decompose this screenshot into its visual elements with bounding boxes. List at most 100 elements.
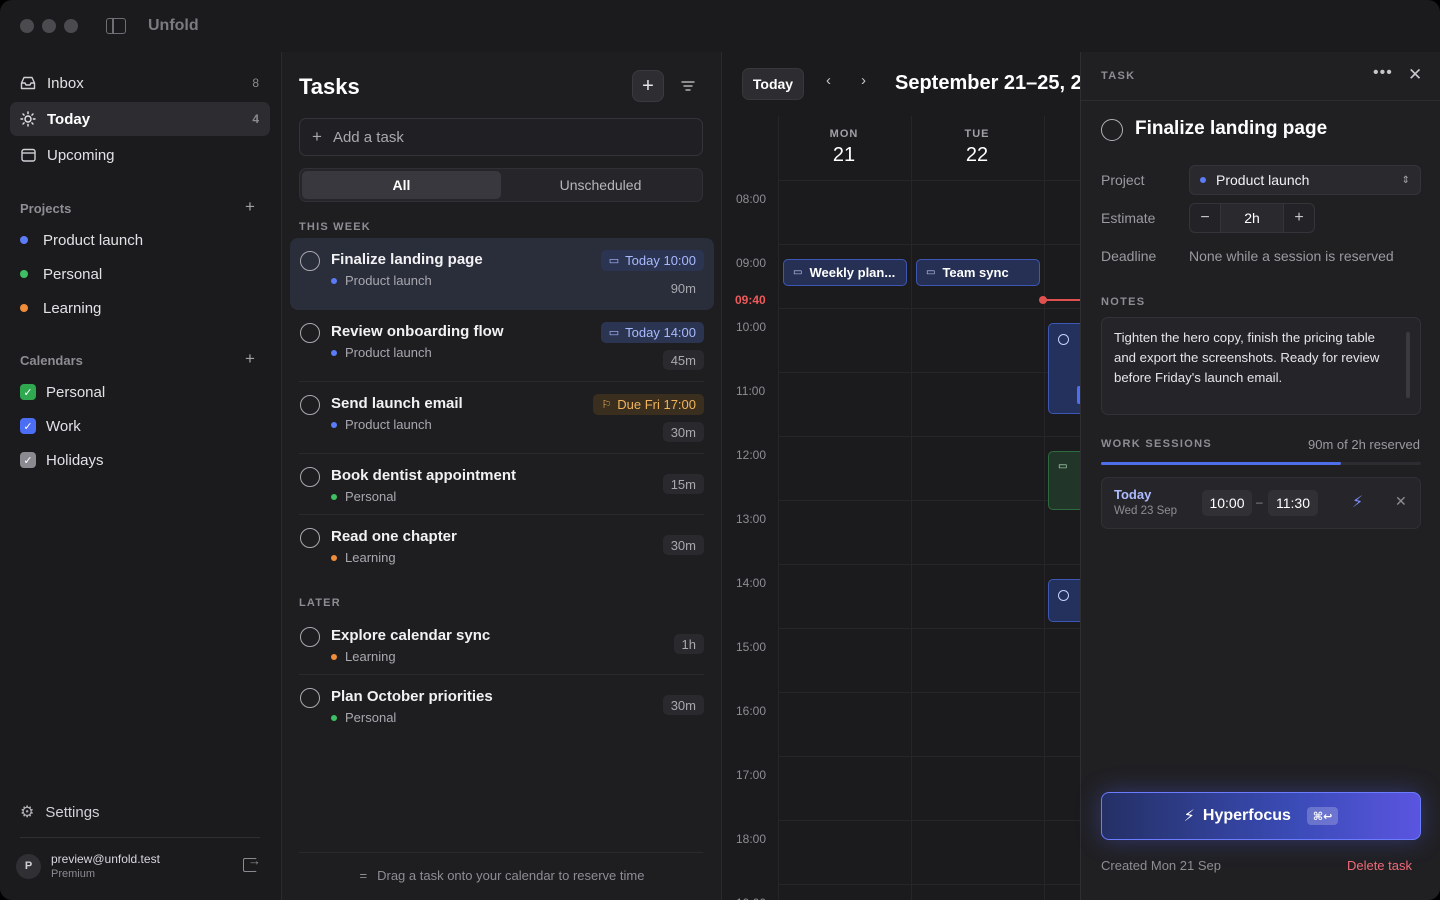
sidebar-item-project-personal[interactable]: Personal — [20, 262, 102, 286]
notes-scrollbar[interactable] — [1406, 332, 1410, 398]
task-complete-checkbox[interactable] — [300, 395, 320, 415]
task-complete-checkbox[interactable] — [300, 251, 320, 271]
sidebar-item-today[interactable]: Today 4 — [10, 102, 270, 136]
increase-estimate-button[interactable]: + — [1284, 204, 1314, 232]
logout-icon[interactable] — [243, 853, 261, 872]
task-row[interactable]: Book dentist appointment Personal 15m — [290, 454, 714, 515]
session-start-time[interactable]: 10:00 — [1202, 490, 1252, 516]
task-complete-checkbox[interactable] — [1101, 119, 1123, 141]
add-project-button[interactable]: + — [245, 197, 255, 217]
decrease-estimate-button[interactable]: − — [1190, 204, 1220, 232]
zoom-window-button[interactable] — [64, 19, 78, 33]
add-task-input[interactable]: + Add a task — [299, 118, 703, 156]
current-time-label: 09:40 — [735, 293, 766, 307]
scheduled-badge[interactable]: ▭ Today 14:00 — [600, 322, 704, 343]
calendar-event[interactable]: ▭ Team sync — [916, 259, 1040, 286]
sidebar-item-calendar-personal[interactable]: ✓ Personal — [20, 380, 105, 404]
sidebar-item-calendar-work[interactable]: ✓ Work — [20, 414, 81, 438]
add-task-button[interactable]: + — [632, 70, 664, 102]
badge-label: Today 10:00 — [625, 253, 696, 268]
calendar-checkbox[interactable]: ✓ — [20, 384, 36, 400]
duration-badge: 1h — [673, 634, 704, 654]
close-icon[interactable]: ✕ — [1408, 65, 1422, 85]
tab-all[interactable]: All — [302, 171, 501, 199]
remove-session-icon[interactable]: ✕ — [1395, 493, 1407, 510]
filter-button[interactable] — [672, 70, 704, 102]
sidebar-item-calendar-holidays[interactable]: ✓ Holidays — [20, 448, 104, 472]
calendars-label: Calendars — [20, 353, 83, 368]
more-options-icon[interactable]: ••• — [1373, 64, 1393, 82]
calendar-icon: ▭ — [1058, 461, 1068, 472]
hyperfocus-button[interactable]: ⚡ Hyperfocus ⌘↩ — [1101, 792, 1421, 840]
lightning-icon: ⚡ — [1183, 808, 1195, 825]
notes-textarea[interactable]: Tighten the hero copy, finish the pricin… — [1101, 317, 1421, 415]
project-color-dot — [331, 653, 337, 660]
project-color-dot — [20, 304, 28, 312]
task-complete-checkbox[interactable] — [300, 467, 320, 487]
page-title: Tasks — [299, 74, 360, 99]
day-header-tue[interactable]: TUE 22 — [912, 128, 1042, 167]
task-complete-checkbox[interactable] — [300, 323, 320, 343]
task-project: Personal — [331, 710, 396, 725]
task-row[interactable]: Finalize landing page Product launch ▭ To… — [290, 238, 714, 310]
hour-label: 18:00 — [736, 832, 767, 846]
filter-icon — [681, 81, 695, 91]
tasks-panel: Tasks + + Add a task All Unscheduled THI… — [282, 52, 722, 900]
task-title: Plan October priorities — [331, 688, 493, 705]
next-week-chevron-right-icon[interactable]: › — [861, 72, 866, 89]
task-complete-checkbox[interactable] — [300, 688, 320, 708]
estimate-value[interactable]: 2h — [1220, 204, 1284, 232]
calendar-label: Work — [46, 417, 81, 435]
task-project-label: Product launch — [345, 345, 432, 360]
task-row[interactable]: Read one chapter Learning 30m — [290, 515, 714, 576]
calendar-event[interactable]: ▭ Weekly plan... — [783, 259, 907, 286]
calendar-event-personal[interactable]: ▭ — [1048, 451, 1080, 510]
task-title[interactable]: Finalize landing page — [1135, 118, 1327, 140]
due-badge[interactable]: ⚐ Due Fri 17:00 — [593, 394, 704, 415]
minimize-window-button[interactable] — [42, 19, 56, 33]
task-detail-panel: TASK ••• ✕ Finalize landing page Project… — [1080, 52, 1440, 900]
task-session-block[interactable] — [1048, 323, 1080, 414]
task-row[interactable]: Plan October priorities Personal 30m — [290, 675, 714, 736]
delete-task-button[interactable]: Delete task — [1347, 858, 1412, 873]
previous-week-chevron-left-icon[interactable]: ‹ — [826, 72, 831, 89]
current-time-dot — [1039, 296, 1047, 304]
sidebar-item-project-learning[interactable]: Learning — [20, 296, 101, 320]
deadline-value: None while a session is reserved — [1189, 248, 1394, 264]
add-calendar-button[interactable]: + — [245, 349, 255, 369]
lightning-icon[interactable]: ⚡ — [1352, 492, 1363, 512]
task-complete-checkbox[interactable] — [300, 528, 320, 548]
tab-unscheduled[interactable]: Unscheduled — [501, 171, 700, 199]
project-color-dot — [331, 421, 337, 428]
sidebar-item-project-product-launch[interactable]: Product launch — [20, 228, 143, 252]
session-end-time[interactable]: 11:30 — [1268, 490, 1318, 516]
sidebar-toggle-icon[interactable] — [106, 18, 126, 34]
plus-icon: + — [642, 74, 654, 97]
project-select[interactable]: Product launch ⇕ — [1189, 165, 1421, 195]
notes-label: NOTES — [1101, 296, 1146, 308]
calendar-panel: Today ‹ › September 21–25, 2025 MON 21 T… — [722, 52, 1080, 900]
session-day: Today — [1114, 487, 1152, 502]
task-project: Product launch — [331, 345, 432, 360]
task-project-label: Product launch — [345, 273, 432, 288]
calendar-checkbox[interactable]: ✓ — [20, 418, 36, 434]
task-row[interactable]: Send launch email Product launch ⚐ Due Fr… — [290, 382, 714, 454]
task-complete-checkbox[interactable] — [300, 627, 320, 647]
badge-label: Today 14:00 — [625, 325, 696, 340]
panel-header: TASK — [1101, 70, 1136, 82]
sidebar-item-inbox[interactable]: Inbox 8 — [10, 66, 270, 100]
close-window-button[interactable] — [20, 19, 34, 33]
day-header-mon[interactable]: MON 21 — [779, 128, 909, 167]
scheduled-badge[interactable]: ▭ Today 10:00 — [600, 250, 704, 271]
gear-icon: ⚙ — [20, 804, 35, 821]
sidebar-item-upcoming[interactable]: Upcoming — [10, 138, 270, 172]
task-session-block[interactable] — [1048, 579, 1080, 622]
calendar-checkbox[interactable]: ✓ — [20, 452, 36, 468]
today-button[interactable]: Today — [742, 68, 804, 100]
footer-divider — [299, 852, 703, 853]
settings-label: Settings — [45, 803, 100, 821]
account-info[interactable]: P preview@unfold.test Premium — [16, 852, 160, 880]
task-row[interactable]: Explore calendar sync Learning 1h — [290, 614, 714, 675]
settings-button[interactable]: ⚙ Settings — [20, 802, 100, 822]
task-row[interactable]: Review onboarding flow Product launch ▭ T… — [290, 310, 714, 382]
